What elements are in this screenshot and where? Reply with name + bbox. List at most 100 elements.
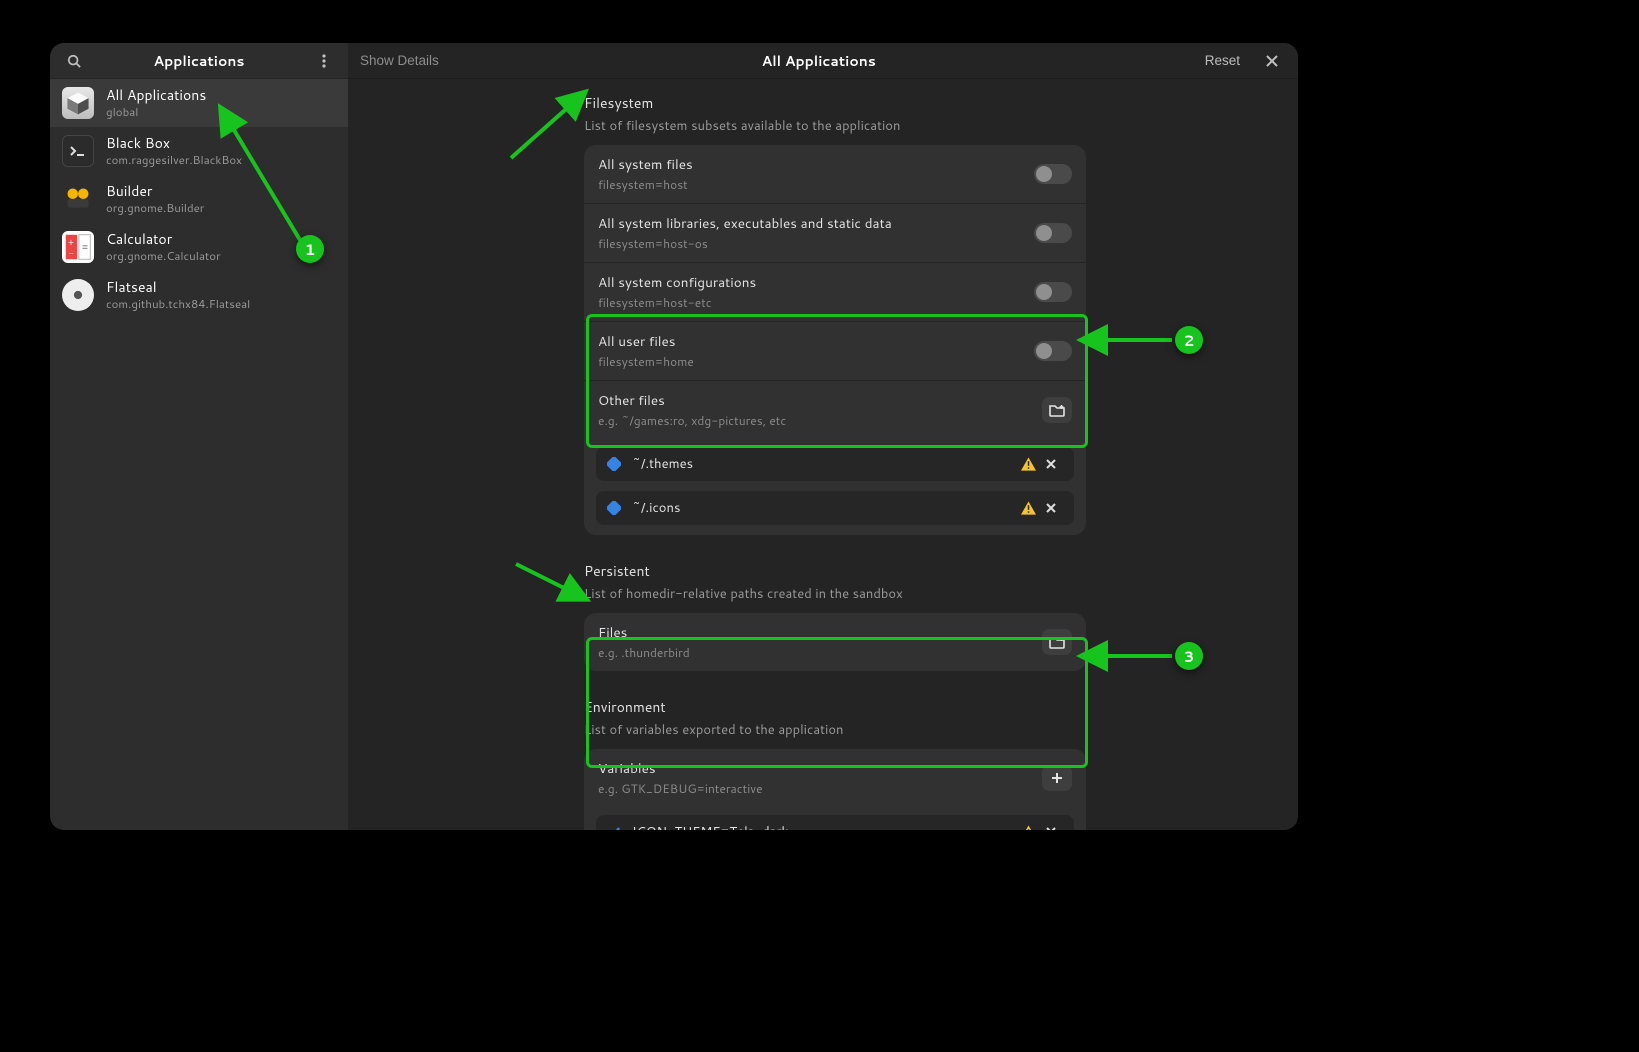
app-icon-builder xyxy=(62,183,94,215)
app-id: org.gnome.Calculator xyxy=(106,249,221,263)
app-list: All Applications global Black Box com.ra… xyxy=(50,79,348,830)
sidebar-menu-button[interactable] xyxy=(310,47,338,75)
fs-row-sub: filesystem=host xyxy=(598,176,1034,193)
folder-add-icon xyxy=(1049,635,1065,649)
search-button[interactable] xyxy=(60,47,88,75)
fs-row-sub: filesystem=host-etc xyxy=(598,294,1034,311)
remove-entry-button[interactable] xyxy=(1046,827,1064,830)
fs-row-title: All system libraries, executables and st… xyxy=(598,214,1034,233)
search-icon xyxy=(67,54,81,68)
fs-row-title: All user files xyxy=(598,332,1034,351)
env-vars-title: Variables xyxy=(598,759,1042,778)
close-icon xyxy=(1266,55,1278,67)
app-name: Builder xyxy=(106,183,204,200)
remove-entry-button[interactable] xyxy=(1046,459,1064,469)
calculator-icon: +−= xyxy=(64,233,92,261)
fs-row-sub: filesystem=host-os xyxy=(598,235,1034,252)
terminal-icon xyxy=(69,145,87,157)
sidebar: Applications All Applications global xyxy=(50,43,348,830)
environment-desc: List of variables exported to the applic… xyxy=(584,721,1086,739)
fs-other-title: Other files xyxy=(598,391,1042,410)
env-entry-icon-theme[interactable]: ICON_THEME=Tela-dark xyxy=(596,815,1074,830)
svg-text:=: = xyxy=(81,241,88,255)
app-name: Calculator xyxy=(106,231,221,248)
flatseal-window: Applications All Applications global xyxy=(50,43,1298,830)
fs-switch-host-os[interactable] xyxy=(1034,223,1072,243)
close-icon xyxy=(1046,827,1056,830)
folder-add-icon xyxy=(1049,403,1065,417)
fs-other-sub: e.g. ~/games:ro, xdg-pictures, etc xyxy=(598,412,1042,429)
fs-row-home: All user files filesystem=home xyxy=(584,321,1086,380)
sidebar-title: Applications xyxy=(88,51,310,71)
app-name: Flatseal xyxy=(106,279,250,296)
fs-entry-path: ~/.icons xyxy=(632,499,1011,517)
env-row-vars: Variables e.g. GTK_DEBUG=interactive xyxy=(584,749,1086,807)
env-add-button[interactable] xyxy=(1042,765,1072,791)
flatseal-icon xyxy=(67,284,89,306)
warning-icon xyxy=(1021,501,1036,515)
fs-switch-host[interactable] xyxy=(1034,164,1072,184)
app-icon-blackbox xyxy=(62,135,94,167)
persistent-files-title: Files xyxy=(598,623,1042,642)
main-panel: Show Details All Applications Reset File… xyxy=(348,43,1298,830)
app-id: org.gnome.Builder xyxy=(106,201,204,215)
filesystem-heading: Filesystem xyxy=(584,93,1086,113)
app-name: All Applications xyxy=(106,87,206,104)
env-entry-text: ICON_THEME=Tela-dark xyxy=(632,823,1011,830)
persistent-heading: Persistent xyxy=(584,561,1086,581)
close-icon xyxy=(1046,503,1056,513)
app-icon-global xyxy=(62,87,94,119)
app-item-builder[interactable]: Builder org.gnome.Builder xyxy=(50,175,348,223)
plus-icon xyxy=(1050,771,1064,785)
builder-icon xyxy=(64,185,92,213)
fs-row-host: All system files filesystem=host xyxy=(584,145,1086,203)
warning-icon xyxy=(1021,457,1036,471)
fs-row-host-os: All system libraries, executables and st… xyxy=(584,203,1086,262)
svg-text:−: − xyxy=(68,247,73,260)
fs-switch-home[interactable] xyxy=(1034,341,1072,361)
close-button[interactable] xyxy=(1258,47,1286,75)
fs-row-other: Other files e.g. ~/games:ro, xdg-picture… xyxy=(584,380,1086,439)
folder-badge-icon xyxy=(606,500,622,516)
sidebar-header: Applications xyxy=(50,43,348,79)
persistent-row-files: Files e.g. .thunderbird xyxy=(584,613,1086,671)
show-details-button[interactable]: Show Details xyxy=(360,53,439,68)
filesystem-group: All system files filesystem=host All sys… xyxy=(584,145,1086,535)
app-item-blackbox[interactable]: Black Box com.raggesilver.BlackBox xyxy=(50,127,348,175)
main-header: Show Details All Applications Reset xyxy=(348,43,1298,79)
filesystem-desc: List of filesystem subsets available to … xyxy=(584,117,1086,135)
app-item-flatseal[interactable]: Flatseal com.github.tchx84.Flatseal xyxy=(50,271,348,319)
close-icon xyxy=(1046,459,1056,469)
persistent-files-sub: e.g. .thunderbird xyxy=(598,644,1042,661)
folder-badge-icon xyxy=(606,456,622,472)
fs-row-host-etc: All system configurations filesystem=hos… xyxy=(584,262,1086,321)
app-item-all[interactable]: All Applications global xyxy=(50,79,348,127)
environment-group: Variables e.g. GTK_DEBUG=interactive xyxy=(584,749,1086,830)
app-name: Black Box xyxy=(106,135,242,152)
page-title: All Applications xyxy=(451,51,1187,71)
remove-entry-button[interactable] xyxy=(1046,503,1064,513)
fs-entry-path: ~/.themes xyxy=(632,455,1011,473)
check-icon xyxy=(606,824,622,830)
content-scroll[interactable]: Filesystem List of filesystem subsets av… xyxy=(348,79,1298,830)
kebab-icon xyxy=(322,54,326,68)
app-item-calculator[interactable]: +−= Calculator org.gnome.Calculator xyxy=(50,223,348,271)
app-id: com.raggesilver.BlackBox xyxy=(106,153,242,167)
fs-switch-host-etc[interactable] xyxy=(1034,282,1072,302)
environment-heading: Environment xyxy=(584,697,1086,717)
app-icon-flatseal xyxy=(62,279,94,311)
fs-entry-themes[interactable]: ~/.themes xyxy=(596,447,1074,481)
app-id: global xyxy=(106,105,206,119)
cube-icon xyxy=(65,90,91,116)
fs-entry-icons[interactable]: ~/.icons xyxy=(596,491,1074,525)
persistent-add-button[interactable] xyxy=(1042,629,1072,655)
reset-button[interactable]: Reset xyxy=(1199,53,1246,68)
app-icon-calculator: +−= xyxy=(62,231,94,263)
fs-row-title: All system configurations xyxy=(598,273,1034,292)
app-id: com.github.tchx84.Flatseal xyxy=(106,297,250,311)
add-path-button[interactable] xyxy=(1042,397,1072,423)
warning-icon xyxy=(1021,825,1036,830)
env-vars-sub: e.g. GTK_DEBUG=interactive xyxy=(598,780,1042,797)
fs-row-sub: filesystem=home xyxy=(598,353,1034,370)
fs-row-title: All system files xyxy=(598,155,1034,174)
